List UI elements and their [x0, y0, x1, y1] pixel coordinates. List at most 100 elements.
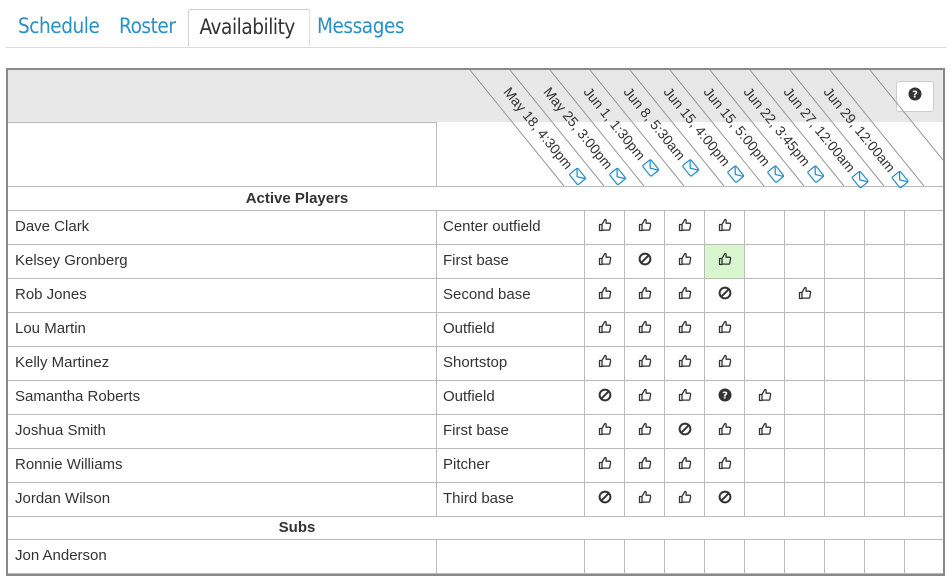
availability-cell[interactable] — [665, 540, 704, 573]
availability-cell[interactable] — [585, 483, 624, 516]
availability-cell[interactable] — [865, 483, 904, 516]
availability-cell[interactable] — [825, 211, 864, 244]
availability-cell[interactable] — [625, 540, 664, 573]
availability-cell[interactable] — [865, 245, 904, 278]
availability-cell[interactable] — [865, 279, 904, 312]
availability-cell[interactable] — [705, 347, 744, 380]
availability-cell[interactable] — [785, 245, 824, 278]
availability-cell[interactable] — [825, 483, 864, 516]
availability-cell[interactable]: ? — [705, 381, 744, 414]
availability-cell[interactable] — [905, 449, 943, 482]
availability-cell[interactable] — [705, 211, 744, 244]
column-divider — [744, 380, 745, 414]
availability-cell[interactable] — [585, 381, 624, 414]
availability-cell[interactable] — [785, 483, 824, 516]
availability-cell[interactable] — [745, 211, 784, 244]
availability-cell[interactable] — [825, 540, 864, 573]
availability-cell[interactable] — [705, 415, 744, 448]
availability-cell[interactable] — [745, 449, 784, 482]
availability-cell[interactable] — [705, 449, 744, 482]
availability-cell[interactable] — [905, 245, 943, 278]
availability-cell[interactable] — [585, 415, 624, 448]
availability-cell[interactable] — [705, 540, 744, 573]
availability-cell[interactable] — [625, 279, 664, 312]
availability-cell[interactable] — [905, 347, 943, 380]
availability-cell[interactable] — [905, 313, 943, 346]
availability-cell[interactable] — [825, 347, 864, 380]
thumbs-up-icon — [598, 422, 612, 441]
availability-cell[interactable] — [745, 347, 784, 380]
availability-cell[interactable] — [585, 245, 624, 278]
availability-cell[interactable] — [745, 381, 784, 414]
availability-cell[interactable] — [665, 415, 704, 448]
availability-cell[interactable] — [785, 347, 824, 380]
thumbs-up-icon — [718, 422, 732, 441]
availability-cell[interactable] — [625, 245, 664, 278]
availability-cell[interactable] — [665, 483, 704, 516]
availability-cell[interactable] — [585, 313, 624, 346]
availability-cell[interactable] — [785, 279, 824, 312]
availability-cell[interactable] — [705, 313, 744, 346]
availability-cell[interactable] — [625, 211, 664, 244]
availability-cell[interactable] — [585, 449, 624, 482]
availability-cell[interactable] — [785, 540, 824, 573]
availability-cell[interactable] — [825, 313, 864, 346]
availability-cell[interactable] — [665, 245, 704, 278]
availability-cell[interactable] — [785, 415, 824, 448]
availability-cell[interactable] — [785, 449, 824, 482]
availability-cell[interactable] — [585, 211, 624, 244]
availability-cell[interactable] — [905, 483, 943, 516]
availability-cell[interactable] — [865, 313, 904, 346]
availability-cell[interactable] — [865, 415, 904, 448]
availability-cell[interactable] — [625, 415, 664, 448]
availability-cell[interactable] — [585, 279, 624, 312]
tab-availability[interactable]: Availability — [188, 9, 311, 47]
availability-cell[interactable] — [625, 347, 664, 380]
availability-cell[interactable] — [585, 540, 624, 573]
availability-cell[interactable] — [865, 381, 904, 414]
availability-cell[interactable] — [625, 313, 664, 346]
availability-cell[interactable] — [905, 211, 943, 244]
availability-cell[interactable] — [745, 245, 784, 278]
availability-cell[interactable] — [745, 540, 784, 573]
availability-cell[interactable] — [825, 449, 864, 482]
availability-cell[interactable] — [625, 483, 664, 516]
tab-schedule[interactable]: Schedule — [18, 9, 100, 46]
availability-cell[interactable] — [865, 211, 904, 244]
availability-cell[interactable] — [665, 211, 704, 244]
availability-cell[interactable] — [745, 279, 784, 312]
player-name: Dave Clark — [15, 218, 90, 235]
column-divider — [904, 278, 905, 312]
availability-cell[interactable] — [825, 381, 864, 414]
availability-cell[interactable] — [745, 415, 784, 448]
availability-cell[interactable] — [905, 279, 943, 312]
availability-cell[interactable] — [705, 245, 744, 278]
availability-cell[interactable] — [865, 540, 904, 573]
thumbs-up-icon — [638, 354, 652, 373]
availability-cell[interactable] — [785, 381, 824, 414]
tab-messages[interactable]: Messages — [317, 9, 405, 46]
availability-cell[interactable] — [665, 279, 704, 312]
availability-cell[interactable] — [705, 483, 744, 516]
availability-cell[interactable] — [785, 211, 824, 244]
availability-cell[interactable] — [745, 483, 784, 516]
availability-cell[interactable] — [905, 540, 943, 573]
availability-cell[interactable] — [865, 347, 904, 380]
availability-cell[interactable] — [865, 449, 904, 482]
availability-cell[interactable] — [825, 415, 864, 448]
availability-cell[interactable] — [625, 381, 664, 414]
availability-cell[interactable] — [745, 313, 784, 346]
tab-roster[interactable]: Roster — [119, 9, 176, 46]
availability-cell[interactable] — [905, 381, 943, 414]
availability-cell[interactable] — [625, 449, 664, 482]
availability-cell[interactable] — [585, 347, 624, 380]
availability-cell[interactable] — [665, 313, 704, 346]
availability-cell[interactable] — [665, 449, 704, 482]
availability-cell[interactable] — [665, 381, 704, 414]
availability-cell[interactable] — [705, 279, 744, 312]
availability-cell[interactable] — [665, 347, 704, 380]
availability-cell[interactable] — [825, 245, 864, 278]
availability-cell[interactable] — [825, 279, 864, 312]
availability-cell[interactable] — [785, 313, 824, 346]
availability-cell[interactable] — [905, 415, 943, 448]
